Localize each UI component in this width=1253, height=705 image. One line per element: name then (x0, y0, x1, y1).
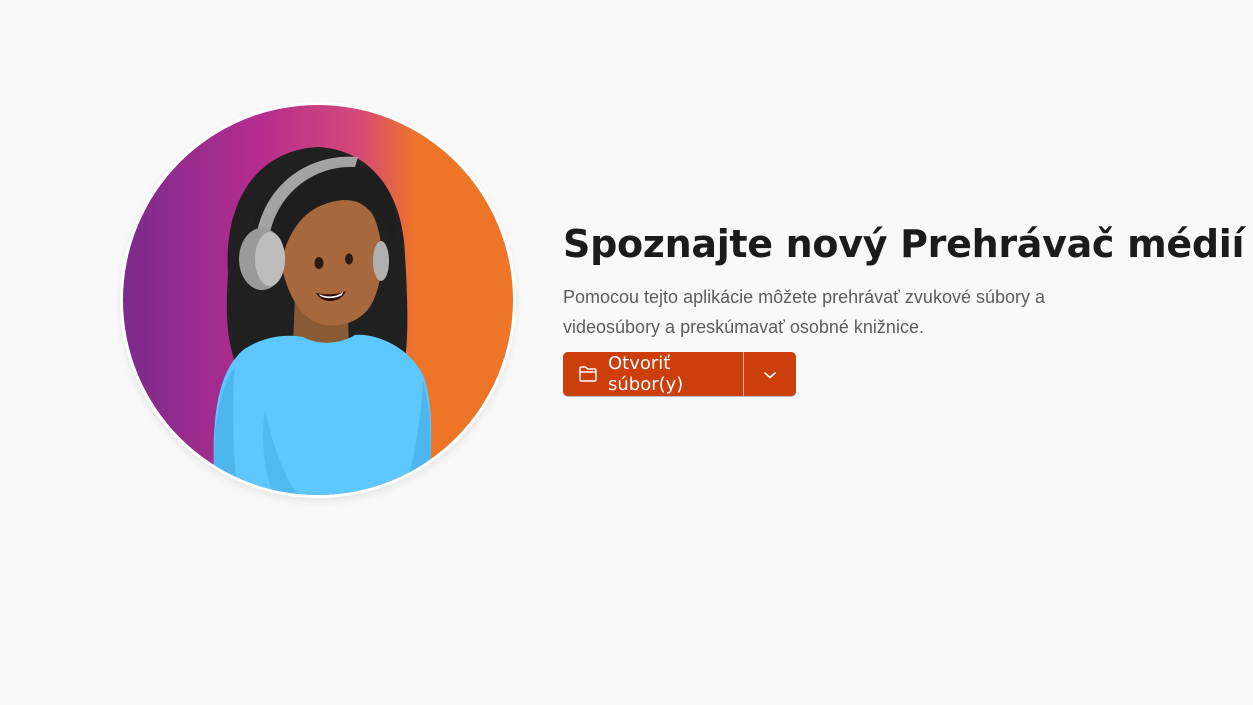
welcome-content: Spoznajte nový Prehrávač médií Pomocou t… (563, 218, 1245, 396)
media-player-welcome-page: Spoznajte nový Prehrávač médií Pomocou t… (0, 0, 1253, 705)
open-files-label: Otvoriť súbor(y) (608, 353, 684, 395)
open-options-dropdown-button[interactable] (744, 352, 796, 396)
open-files-split-button: Otvoriť súbor(y) (563, 352, 796, 396)
person-with-headphones-illustration (123, 105, 513, 495)
page-title: Spoznajte nový Prehrávač médií (563, 222, 1245, 266)
page-description: Pomocou tejto aplikácie môžete prehrávať… (563, 287, 1046, 337)
open-files-button[interactable]: Otvoriť súbor(y) (563, 352, 743, 396)
chevron-down-icon (763, 365, 777, 384)
hero-illustration (120, 102, 516, 498)
folder-icon (578, 365, 598, 383)
